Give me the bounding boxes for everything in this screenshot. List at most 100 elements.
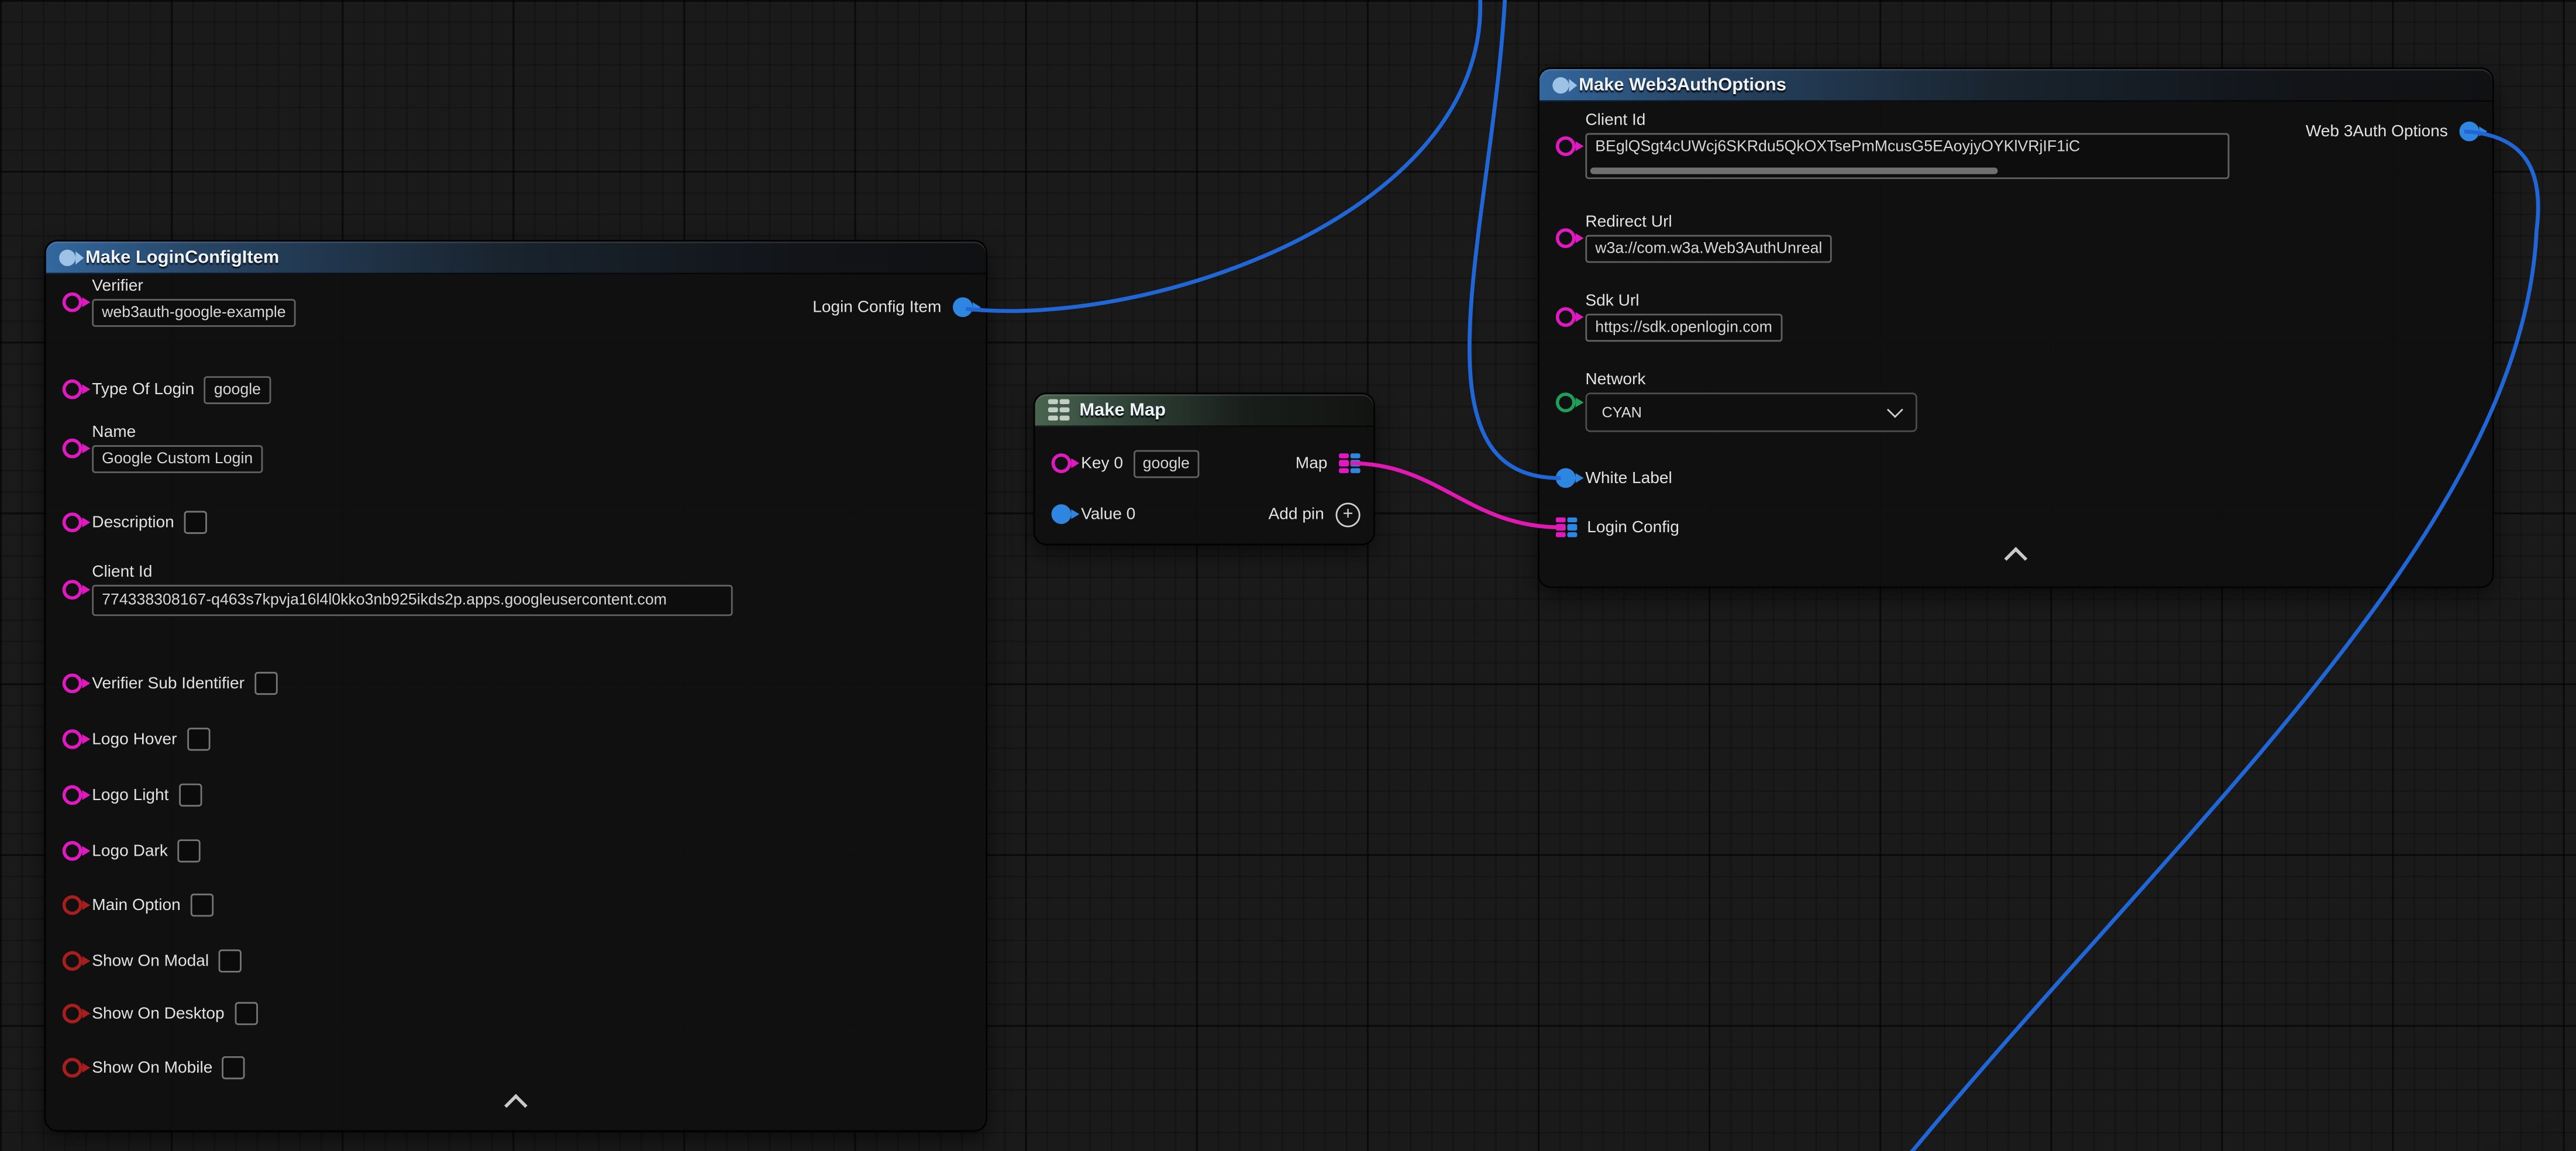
collapse-node-button[interactable] (2007, 550, 2024, 567)
make-struct-icon (1552, 77, 1569, 93)
network-label: Network (1585, 371, 1917, 390)
value-0-pin[interactable] (1052, 504, 1072, 524)
client-id-pin[interactable] (1556, 136, 1576, 156)
client-id-label: Client Id (1585, 112, 2229, 130)
show-on-desktop-label: Show On Desktop (92, 1005, 224, 1023)
network-dropdown[interactable]: CYAN (1585, 392, 1917, 432)
verifier-label: Verifier (92, 278, 295, 296)
sdk-url-label: Sdk Url (1585, 292, 1782, 311)
pin-row-main-option: Main Option (46, 890, 213, 920)
collapse-node-button[interactable] (508, 1097, 524, 1114)
description-label: Description (92, 514, 174, 532)
blueprint-graph-canvas[interactable]: Make LoginConfigItem Login Config Item V… (0, 0, 2576, 1151)
network-selected-value: CYAN (1602, 404, 1641, 421)
logo-light-pin[interactable] (63, 785, 82, 805)
node-make-map[interactable]: Make Map Key 0 google Map Value 0 Add pi… (1035, 394, 1373, 544)
client-id-pin[interactable] (63, 580, 82, 599)
node-header[interactable]: Make Web3AuthOptions (1540, 69, 2492, 102)
verifier-sub-identifier-input[interactable] (254, 672, 277, 695)
client-id-label: Client Id (92, 563, 732, 581)
logo-dark-pin[interactable] (63, 841, 82, 861)
logo-dark-input[interactable] (178, 839, 201, 862)
name-pin[interactable] (63, 439, 82, 459)
pin-row-logo-dark: Logo Dark (46, 836, 201, 866)
show-on-desktop-checkbox[interactable] (235, 1002, 257, 1025)
login-config-label: Login Config (1587, 518, 1679, 536)
pin-row-login-config: Login Config (1540, 512, 1679, 542)
description-pin[interactable] (63, 512, 82, 532)
show-on-mobile-checkbox[interactable] (222, 1056, 245, 1079)
map-output-label: Map (1296, 454, 1328, 473)
pin-row-client-id: Client Id 774338308167-q463s7kpvja16l4l0… (46, 563, 733, 616)
pin-row-value-0: Value 0 (1035, 499, 1135, 529)
pin-row-show-on-modal: Show On Modal (46, 946, 242, 976)
horizontal-scrollbar[interactable] (1590, 167, 1998, 174)
show-on-desktop-pin[interactable] (63, 1004, 82, 1024)
wire-map-to-login-config (1351, 463, 1561, 528)
logo-hover-pin[interactable] (63, 729, 82, 749)
type-of-login-pin[interactable] (63, 380, 82, 399)
blueprint-editor: Make LoginConfigItem Login Config Item V… (0, 0, 2576, 1151)
client-id-input[interactable]: BEglQSgt4cUWcj6SKRdu5QkOXTsePmMcusG5EAoy… (1585, 133, 2229, 180)
output-row-web3auth-options: Web 3Auth Options (2306, 118, 2492, 144)
node-make-web3auth-options[interactable]: Make Web3AuthOptions Web 3Auth Options C… (1540, 69, 2492, 587)
pin-row-key-0: Key 0 google (1035, 449, 1199, 478)
key-0-label: Key 0 (1081, 454, 1123, 473)
logo-hover-input[interactable] (187, 728, 209, 750)
verifier-sub-identifier-pin[interactable] (63, 674, 82, 694)
node-title: Make Web3AuthOptions (1579, 75, 1786, 95)
main-option-label: Main Option (92, 896, 180, 914)
description-input[interactable] (184, 511, 207, 534)
client-id-input[interactable]: 774338308167-q463s7kpvja16l4l0kko3nb925i… (92, 585, 732, 616)
show-on-mobile-pin[interactable] (63, 1058, 82, 1078)
verifier-input[interactable]: web3auth-google-example (92, 299, 295, 327)
client-id-value: BEglQSgt4cUWcj6SKRdu5QkOXTsePmMcusG5EAoy… (1595, 138, 2080, 156)
sdk-url-pin[interactable] (1556, 307, 1576, 327)
white-label-pin[interactable] (1556, 468, 1576, 488)
logo-dark-label: Logo Dark (92, 842, 168, 860)
chevron-up-icon (2004, 547, 2027, 570)
logo-hover-label: Logo Hover (92, 730, 177, 748)
pin-row-show-on-desktop: Show On Desktop (46, 999, 257, 1029)
show-on-modal-pin[interactable] (63, 951, 82, 971)
key-0-pin[interactable] (1052, 453, 1072, 473)
main-option-pin[interactable] (63, 895, 82, 915)
node-header[interactable]: Make LoginConfigItem (46, 242, 986, 274)
node-title: Make Map (1079, 400, 1166, 420)
show-on-modal-checkbox[interactable] (219, 949, 242, 972)
login-config-item-output-pin[interactable] (953, 297, 973, 317)
type-of-login-input[interactable]: google (204, 375, 271, 404)
verifier-pin[interactable] (63, 292, 82, 312)
pin-row-verifier: Verifier web3auth-google-example (46, 278, 296, 327)
pin-row-network: Network CYAN (1540, 371, 1917, 432)
web3auth-options-output-pin[interactable] (2460, 122, 2479, 142)
node-title: Make LoginConfigItem (85, 247, 279, 267)
node-header[interactable]: Make Map (1035, 394, 1373, 427)
map-output-pin[interactable] (1339, 453, 1361, 474)
network-pin[interactable] (1556, 392, 1576, 412)
pin-row-type-of-login: Type Of Login google (46, 374, 271, 404)
pin-row-white-label: White Label (1540, 463, 1672, 493)
show-on-modal-label: Show On Modal (92, 952, 209, 970)
login-config-pin[interactable] (1556, 516, 1578, 538)
output-label: Login Config Item (812, 298, 941, 316)
pin-row-logo-light: Logo Light (46, 780, 202, 810)
sdk-url-input[interactable]: https://sdk.openlogin.com (1585, 313, 1782, 342)
logo-light-input[interactable] (178, 784, 201, 807)
make-struct-icon (59, 249, 75, 266)
white-label-label: White Label (1585, 469, 1672, 487)
redirect-url-pin[interactable] (1556, 228, 1576, 248)
output-row-map: Map (1296, 450, 1373, 477)
main-option-checkbox[interactable] (191, 894, 213, 916)
key-0-input[interactable]: google (1133, 449, 1200, 477)
redirect-url-input[interactable]: w3a://com.w3a.Web3AuthUnreal (1585, 235, 1832, 263)
wire-login-config-item-output (966, 0, 1480, 311)
add-pin-button[interactable]: + (1335, 502, 1360, 526)
add-pin-label: Add pin (1269, 505, 1324, 523)
pin-row-sdk-url: Sdk Url https://sdk.openlogin.com (1540, 292, 1782, 342)
node-make-login-config-item[interactable]: Make LoginConfigItem Login Config Item V… (46, 242, 986, 1131)
name-label: Name (92, 424, 263, 442)
verifier-sub-identifier-label: Verifier Sub Identifier (92, 674, 244, 692)
pin-row-verifier-sub-identifier: Verifier Sub Identifier (46, 668, 278, 698)
name-input[interactable]: Google Custom Login (92, 445, 263, 473)
